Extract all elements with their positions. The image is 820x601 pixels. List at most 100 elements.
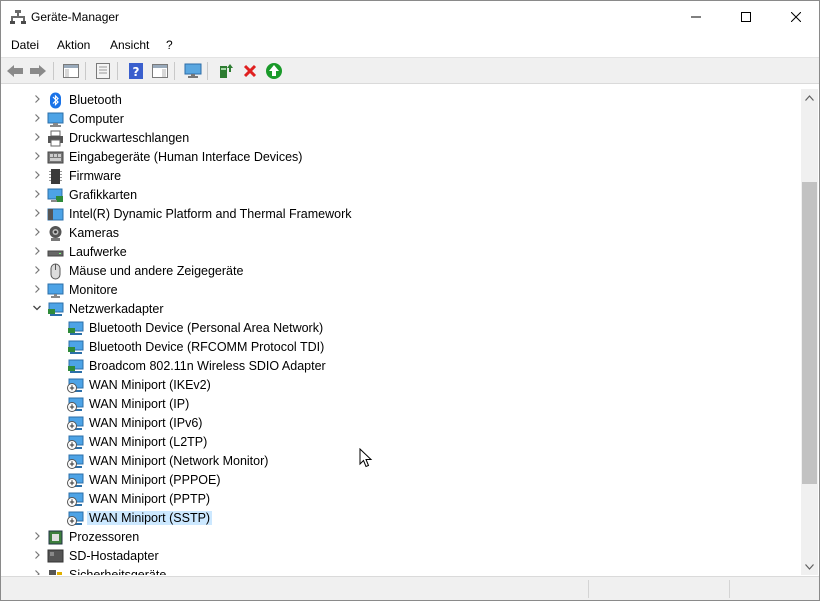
expand-collapse-chevron-right-icon[interactable]	[31, 265, 43, 277]
category-label: Grafikkarten	[69, 188, 138, 202]
properties-button[interactable]	[94, 62, 112, 80]
tree-category-row[interactable]: Sicherheitsgeräte	[4, 566, 794, 575]
scroll-thumb[interactable]	[802, 182, 817, 484]
wan-miniport-icon	[67, 453, 84, 470]
tree-category-row[interactable]: Prozessoren	[4, 528, 794, 547]
mouse-cursor-icon	[359, 448, 373, 468]
expand-collapse-chevron-right-icon[interactable]	[31, 170, 43, 182]
menu-ansicht[interactable]: Ansicht	[110, 38, 149, 52]
mouse-icon	[47, 263, 64, 280]
minimize-button[interactable]	[673, 1, 719, 33]
expand-collapse-chevron-right-icon[interactable]	[31, 94, 43, 106]
disk-drive-icon	[47, 244, 64, 261]
bluetooth-icon	[47, 92, 64, 109]
tree-device-row[interactable]: Bluetooth Device (Personal Area Network)	[4, 319, 794, 338]
tree-device-row[interactable]: WAN Miniport (PPTP)	[4, 490, 794, 509]
toolbar-separator	[207, 62, 208, 80]
category-label: Bluetooth	[69, 93, 122, 107]
tree-category-row[interactable]: SD-Hostadapter	[4, 547, 794, 566]
chevron-down-icon	[805, 563, 814, 570]
device-label: WAN Miniport (IKEv2)	[89, 378, 211, 392]
tree-device-row[interactable]: WAN Miniport (PPPOE)	[4, 471, 794, 490]
action-pane-button[interactable]	[151, 62, 169, 80]
expand-collapse-chevron-right-icon[interactable]	[31, 151, 43, 163]
expand-collapse-chevron-right-icon[interactable]	[31, 189, 43, 201]
scroll-up-button[interactable]	[801, 89, 818, 106]
menu-datei[interactable]: Datei	[11, 38, 39, 52]
tree-category-row[interactable]: Eingabegeräte (Human Interface Devices)	[4, 148, 794, 167]
expand-collapse-chevron-right-icon[interactable]	[31, 246, 43, 258]
category-label: Monitore	[69, 283, 118, 297]
close-button[interactable]	[773, 1, 819, 33]
processor-icon	[47, 529, 64, 546]
tree-device-row[interactable]: WAN Miniport (IP)	[4, 395, 794, 414]
device-label: WAN Miniport (L2TP)	[89, 435, 208, 449]
network-adapter-icon	[67, 358, 84, 375]
scan-hardware-button[interactable]	[184, 62, 202, 80]
tree-category-row[interactable]: Druckwarteschlangen	[4, 129, 794, 148]
device-tree[interactable]: Bluetooth Computer Druckwarteschlangen Eing…	[4, 89, 800, 575]
tree-category-row[interactable]: Monitore	[4, 281, 794, 300]
expand-collapse-chevron-right-icon[interactable]	[31, 550, 43, 562]
tree-category-row[interactable]: Computer	[4, 110, 794, 129]
category-label: Kameras	[69, 226, 120, 240]
expand-collapse-chevron-right-icon[interactable]	[31, 569, 43, 575]
toolbar-separator	[174, 62, 175, 80]
expand-collapse-chevron-right-icon[interactable]	[31, 208, 43, 220]
tree-device-row[interactable]: Broadcom 802.11n Wireless SDIO Adapter	[4, 357, 794, 376]
category-label: Prozessoren	[69, 530, 140, 544]
wan-miniport-icon	[67, 434, 84, 451]
enable-device-icon	[266, 63, 282, 79]
tree-device-row[interactable]: WAN Miniport (IPv6)	[4, 414, 794, 433]
update-driver-button[interactable]	[217, 62, 235, 80]
wan-miniport-icon	[67, 396, 84, 413]
device-manager-app-icon	[10, 9, 26, 25]
expand-collapse-chevron-right-icon[interactable]	[31, 531, 43, 543]
tree-device-row[interactable]: WAN Miniport (IKEv2)	[4, 376, 794, 395]
monitor-icon	[47, 282, 64, 299]
vertical-scrollbar[interactable]	[801, 89, 818, 575]
tree-device-row[interactable]: WAN Miniport (SSTP)	[4, 509, 794, 528]
tree-category-row[interactable]: Netzwerkadapter	[4, 300, 794, 319]
expand-collapse-chevron-right-icon[interactable]	[31, 284, 43, 296]
tree-category-row[interactable]: Intel(R) Dynamic Platform and Thermal Fr…	[4, 205, 794, 224]
tree-category-row[interactable]: Firmware	[4, 167, 794, 186]
tree-category-row[interactable]: Laufwerke	[4, 243, 794, 262]
show-hide-console-tree-button[interactable]	[62, 62, 80, 80]
tree-category-row[interactable]: Grafikkarten	[4, 186, 794, 205]
hid-icon	[47, 149, 64, 166]
scroll-down-button[interactable]	[801, 558, 818, 575]
expand-collapse-chevron-right-icon[interactable]	[31, 132, 43, 144]
menu-bar: Datei Aktion Ansicht ?	[1, 34, 819, 56]
tree-category-row[interactable]: Mäuse und andere Zeigegeräte	[4, 262, 794, 281]
menu-aktion[interactable]: Aktion	[57, 38, 90, 52]
device-label: Bluetooth Device (RFCOMM Protocol TDI)	[89, 340, 325, 354]
device-label: WAN Miniport (Network Monitor)	[89, 454, 269, 468]
expand-collapse-chevron-down-icon[interactable]	[31, 303, 43, 315]
enable-device-button[interactable]	[265, 62, 283, 80]
tree-category-row[interactable]: Kameras	[4, 224, 794, 243]
help-button[interactable]: ?	[127, 62, 145, 80]
status-divider	[588, 580, 589, 598]
forward-button[interactable]	[29, 62, 47, 80]
tree-device-row[interactable]: Bluetooth Device (RFCOMM Protocol TDI)	[4, 338, 794, 357]
uninstall-device-button[interactable]	[241, 62, 259, 80]
tree-device-row[interactable]: WAN Miniport (L2TP)	[4, 433, 794, 452]
wan-miniport-icon	[67, 491, 84, 508]
sd-host-icon	[47, 548, 64, 565]
category-label: Eingabegeräte (Human Interface Devices)	[69, 150, 303, 164]
tree-device-row[interactable]: WAN Miniport (Network Monitor)	[4, 452, 794, 471]
tree-category-row[interactable]: Bluetooth	[4, 91, 794, 110]
expand-collapse-chevron-right-icon[interactable]	[31, 113, 43, 125]
title-bar[interactable]: Geräte-Manager	[1, 1, 819, 33]
expand-collapse-chevron-right-icon[interactable]	[31, 227, 43, 239]
maximize-icon	[741, 12, 751, 22]
thermal-framework-icon	[47, 206, 64, 223]
properties-icon	[96, 63, 110, 79]
scan-hardware-icon	[184, 63, 202, 78]
maximize-button[interactable]	[723, 1, 769, 33]
wan-miniport-icon	[67, 472, 84, 489]
menu-help[interactable]: ?	[166, 38, 173, 52]
computer-icon	[47, 111, 64, 128]
back-button[interactable]	[6, 62, 24, 80]
